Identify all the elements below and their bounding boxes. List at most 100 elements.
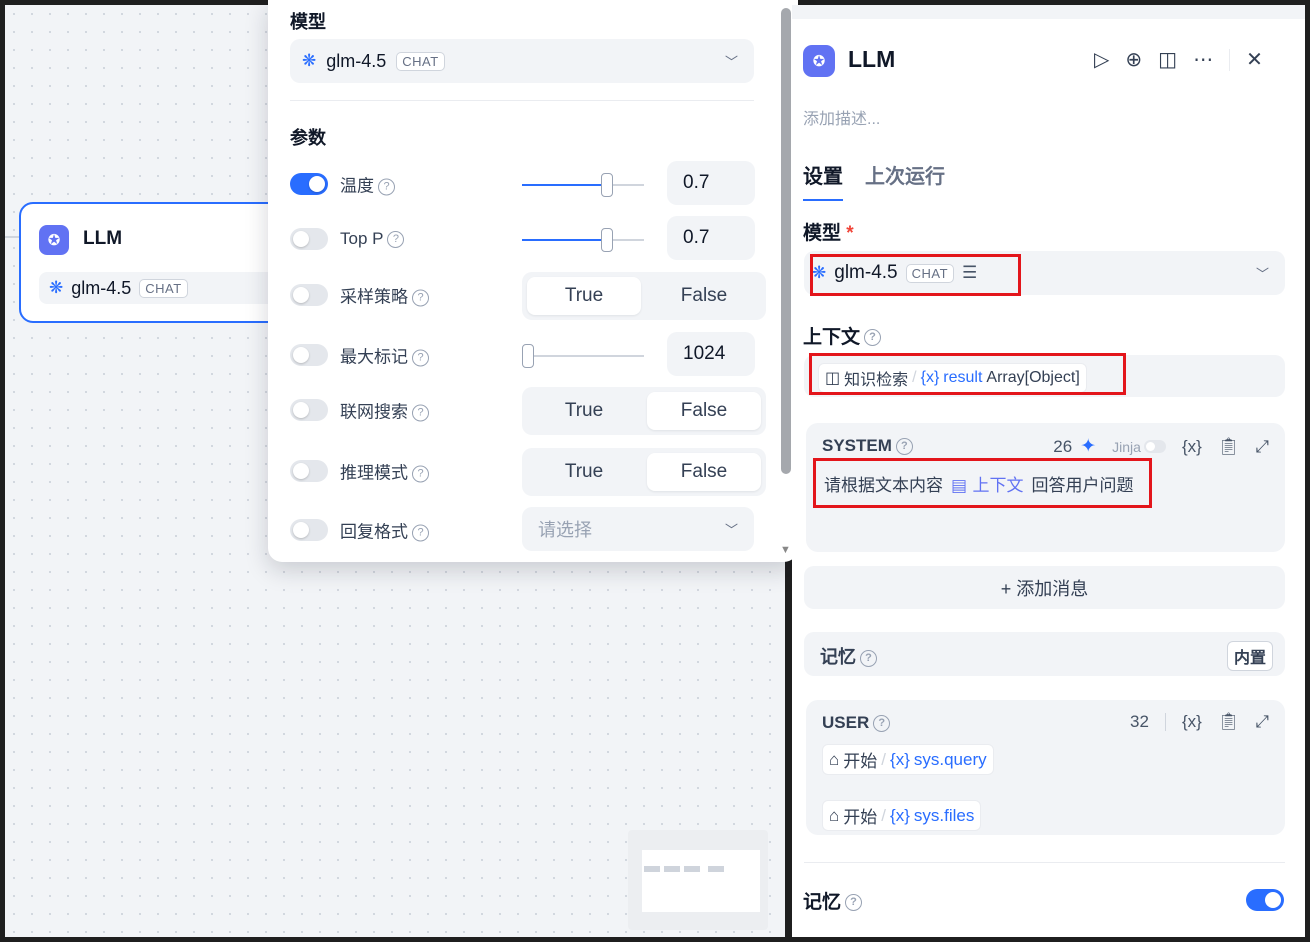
model-params-popover: 模型 ❋ glm-4.5 CHAT ﹀ 参数 温度? 0.7 Top P? 0.…	[268, 0, 798, 562]
jinja-toggle[interactable]: Jinja	[1112, 439, 1166, 455]
minimap-node	[644, 866, 660, 872]
reasoning-toggle[interactable]	[290, 460, 328, 482]
select-placeholder: 请选择	[538, 520, 592, 540]
top-p-toggle[interactable]	[290, 228, 328, 250]
sampling-segmented: True False	[522, 272, 766, 320]
param-row-response-format: 回复格式? 请选择 ﹀	[290, 507, 770, 553]
run-icon[interactable]: ▷	[1094, 47, 1109, 72]
param-row-sampling: 采样策略? True False	[290, 272, 770, 320]
slider-thumb[interactable]	[522, 344, 535, 368]
chevron-down-icon: ﹀	[724, 522, 738, 538]
option-false[interactable]: False	[647, 277, 761, 315]
slider-thumb[interactable]	[601, 228, 614, 252]
chevron-down-icon: ﹀	[724, 54, 738, 70]
home-icon: ⌂	[829, 805, 840, 825]
param-row-temperature: 温度? 0.7	[290, 161, 770, 207]
temperature-slider[interactable]	[522, 173, 644, 197]
more-icon[interactable]: ⋯	[1193, 47, 1213, 72]
clipboard-icon[interactable]: 📋︎	[1218, 437, 1240, 457]
token-count: 32	[1130, 712, 1149, 731]
expand-icon[interactable]: ⤢	[1255, 712, 1269, 732]
help-icon[interactable]: ?	[378, 178, 395, 196]
tab-settings[interactable]: 设置	[803, 160, 843, 201]
panel-title: LLM	[848, 46, 896, 72]
top-p-slider[interactable]	[522, 228, 644, 252]
token-count: 26	[1053, 436, 1073, 456]
insert-variable-icon[interactable]: {x}	[1182, 437, 1202, 457]
description-input[interactable]: 添加描述...	[803, 105, 880, 129]
max-tokens-input[interactable]: 1024	[667, 332, 755, 376]
expand-icon[interactable]: ⤢	[1255, 437, 1269, 457]
params-model-name: glm-4.5	[326, 50, 387, 71]
memory-label: 记忆?	[820, 643, 877, 669]
help-icon[interactable]: ?	[412, 404, 429, 422]
slider-thumb[interactable]	[601, 173, 614, 197]
param-row-top-p: Top P? 0.7	[290, 216, 770, 262]
clipboard-icon[interactable]: 📋︎	[1218, 712, 1240, 732]
param-row-reasoning: 推理模式? True False	[290, 448, 770, 496]
response-format-toggle[interactable]	[290, 519, 328, 541]
option-false[interactable]: False	[647, 453, 761, 491]
help-icon[interactable]: ?	[895, 438, 913, 456]
param-label: Top P?	[340, 229, 405, 249]
variable-icon: {x}	[890, 805, 910, 825]
popover-scrollbar[interactable]	[781, 8, 791, 474]
variable-icon: {x}	[890, 749, 910, 769]
highlight-context	[809, 353, 1126, 395]
temperature-input[interactable]: 0.7	[667, 161, 755, 205]
user-variable-chip[interactable]: ⌂ 开始 / {x} sys.files	[822, 800, 982, 831]
param-row-web-search: 联网搜索? True False	[290, 387, 770, 435]
builtin-badge: 内置	[1226, 641, 1273, 671]
llm-brain-icon: ✪	[39, 225, 69, 255]
user-role-label: USER?	[822, 713, 891, 733]
help-icon[interactable]: ?	[845, 894, 863, 912]
model-provider-icon: ❋	[49, 278, 64, 297]
params-model-select[interactable]: ❋ glm-4.5 CHAT ﹀	[290, 39, 754, 83]
insert-variable-icon[interactable]: {x}	[1182, 712, 1202, 732]
help-icon[interactable]: ?	[864, 329, 882, 347]
model-provider-icon: ❋	[302, 51, 317, 70]
divider	[804, 862, 1285, 863]
sparkle-generate-icon[interactable]: ✦	[1080, 435, 1096, 458]
params-model-label: 模型	[290, 12, 326, 32]
help-icon[interactable]: ?	[860, 649, 877, 667]
scroll-down-icon[interactable]: ▼	[780, 544, 791, 556]
option-true[interactable]: True	[527, 392, 641, 430]
minimap-node	[684, 866, 700, 872]
option-false[interactable]: False	[647, 392, 761, 430]
close-icon[interactable]: ✕	[1246, 47, 1263, 72]
option-true[interactable]: True	[527, 453, 641, 491]
help-icon[interactable]: ?	[412, 524, 429, 542]
node-config-panel: ✪ LLM ▷ ⊕ ◫ ⋯ ✕ 添加描述... 设置 上次运行 模型 * ❋ g…	[792, 5, 1305, 937]
panel-actions: ▷ ⊕ ◫ ⋯ ✕	[1094, 47, 1263, 72]
web-search-toggle[interactable]	[290, 399, 328, 421]
param-label: 回复格式?	[340, 518, 429, 543]
minimap-node	[708, 866, 724, 872]
minimap-node	[664, 866, 680, 872]
memory-toggle[interactable]	[1246, 889, 1284, 911]
add-message-button[interactable]: + 添加消息	[804, 566, 1285, 609]
max-tokens-slider[interactable]	[522, 344, 644, 368]
tab-last-run[interactable]: 上次运行	[865, 160, 945, 201]
option-true[interactable]: True	[527, 277, 641, 315]
sampling-toggle[interactable]	[290, 284, 328, 306]
help-icon[interactable]: ?	[387, 231, 405, 249]
system-prompt-tools: 26 ✦ Jinja {x} 📋︎ ⤢	[1053, 435, 1269, 458]
minimap[interactable]	[628, 830, 768, 930]
response-format-select[interactable]: 请选择 ﹀	[522, 507, 754, 551]
docs-book-icon[interactable]: ◫	[1158, 47, 1177, 72]
help-icon[interactable]: ?	[412, 349, 429, 367]
user-variable-chip[interactable]: ⌂ 开始 / {x} sys.query	[822, 744, 994, 775]
temperature-toggle[interactable]	[290, 173, 328, 195]
help-icon[interactable]: ?	[412, 465, 429, 483]
memory-section-label: 记忆?	[803, 887, 863, 914]
params-model-tag: CHAT	[396, 51, 445, 71]
model-section-label: 模型 *	[803, 223, 854, 244]
context-section-label: 上下文?	[803, 322, 882, 349]
help-icon[interactable]: ?	[412, 289, 429, 307]
locate-icon[interactable]: ⊕	[1125, 47, 1142, 72]
top-p-input[interactable]: 0.7	[667, 216, 755, 260]
help-icon[interactable]: ?	[873, 715, 891, 733]
memory-box: 记忆? 内置	[804, 632, 1285, 676]
max-tokens-toggle[interactable]	[290, 344, 328, 366]
